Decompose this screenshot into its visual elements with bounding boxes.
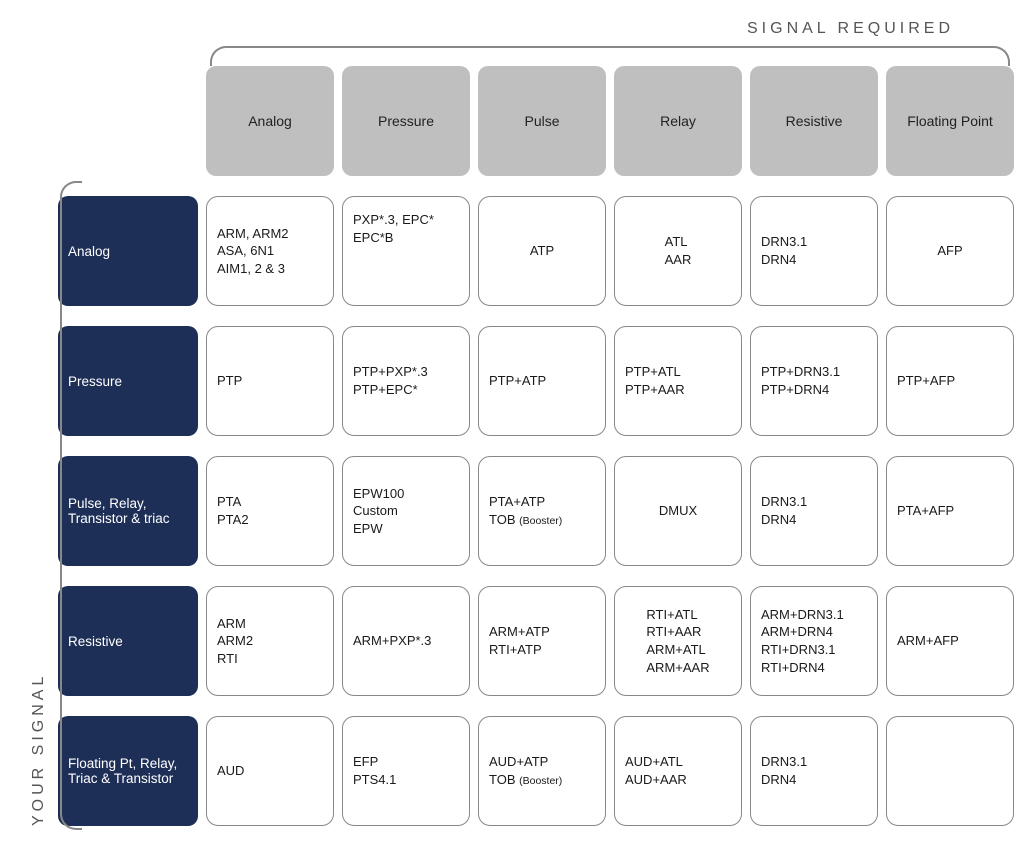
signal-required-label: SIGNAL REQUIRED [30, 20, 954, 38]
cell-pulserelay-resistive: DRN3.1 DRN4 [750, 456, 878, 566]
cell-floating-analog: AUD [206, 716, 334, 826]
cell-pressure-floating: PTP+AFP [886, 326, 1014, 436]
cell-analog-relay: ATL AAR [614, 196, 742, 306]
cell-pulserelay-floating: PTA+AFP [886, 456, 1014, 566]
cell-resistive-pressure: ARM+PXP*.3 [342, 586, 470, 696]
cell-pulserelay-pulse: PTA+ATP TOB (Booster) [478, 456, 606, 566]
cell-pressure-relay: PTP+ATL PTP+AAR [614, 326, 742, 436]
cell-resistive-pulse: ARM+ATP RTI+ATP [478, 586, 606, 696]
cell-analog-analog: ARM, ARM2 ASA, 6N1 AIM1, 2 & 3 [206, 196, 334, 306]
cell-pulserelay-pressure: EPW100 Custom EPW [342, 456, 470, 566]
cell-pulserelay-relay: DMUX [614, 456, 742, 566]
cell-pulserelay-analog: PTA PTA2 [206, 456, 334, 566]
grid-area: Analog Pressure Pulse Relay Resistive Fl… [58, 46, 1014, 826]
cell-line-1: AUD+ATP [489, 753, 595, 771]
cell-floating-floating [886, 716, 1014, 826]
cell-floating-pulse: AUD+ATP TOB (Booster) [478, 716, 606, 826]
col-header-pulse: Pulse [478, 66, 606, 176]
cell-pressure-pulse: PTP+ATP [478, 326, 606, 436]
cell-resistive-relay: RTI+ATL RTI+AAR ARM+ATL ARM+AAR [614, 586, 742, 696]
col-header-floating: Floating Point [886, 66, 1014, 176]
top-bracket [210, 46, 1010, 66]
cell-resistive-floating: ARM+AFP [886, 586, 1014, 696]
left-bracket [60, 181, 82, 830]
cell-pressure-analog: PTP [206, 326, 334, 436]
cell-analog-resistive: DRN3.1 DRN4 [750, 196, 878, 306]
col-header-analog: Analog [206, 66, 334, 176]
cell-floating-relay: AUD+ATL AUD+AAR [614, 716, 742, 826]
col-header-pressure: Pressure [342, 66, 470, 176]
your-signal-label: YOUR SIGNAL [30, 46, 48, 826]
cell-line-2: TOB (Booster) [489, 771, 595, 789]
cell-analog-pulse: ATP [478, 196, 606, 306]
cell-resistive-analog: ARM ARM2 RTI [206, 586, 334, 696]
cell-floating-resistive: DRN3.1 DRN4 [750, 716, 878, 826]
col-header-resistive: Resistive [750, 66, 878, 176]
matrix-grid: Analog Pressure Pulse Relay Resistive Fl… [58, 66, 1014, 826]
top-bracket-row [58, 46, 1014, 66]
cell-pressure-resistive: PTP+DRN3.1 PTP+DRN4 [750, 326, 878, 436]
cell-pressure-pressure: PTP+PXP*.3 PTP+EPC* [342, 326, 470, 436]
cell-resistive-resistive: ARM+DRN3.1 ARM+DRN4 RTI+DRN3.1 RTI+DRN4 [750, 586, 878, 696]
cell-line-2: TOB (Booster) [489, 511, 595, 529]
diagram-outer: YOUR SIGNAL Analog Pressure Pulse Relay … [30, 46, 994, 826]
col-header-relay: Relay [614, 66, 742, 176]
cell-floating-pressure: EFP PTS4.1 [342, 716, 470, 826]
cell-analog-pressure: PXP*.3, EPC* EPC*B [342, 196, 470, 306]
cell-line-1: PTA+ATP [489, 493, 595, 511]
cell-analog-floating: AFP [886, 196, 1014, 306]
